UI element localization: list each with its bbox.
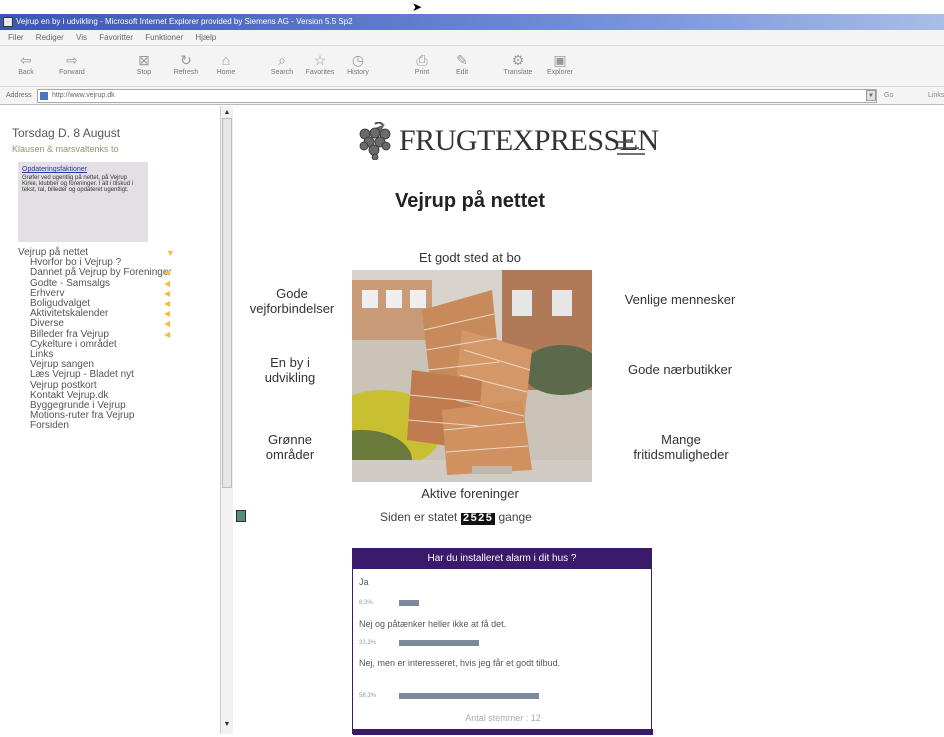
forward-arrow-icon: ⇨	[66, 52, 78, 68]
history-icon: ◷	[351, 52, 365, 68]
frugtexpressen-logo[interactable]: FRUGTEXPRESSEN	[355, 120, 659, 162]
ie-icon	[3, 17, 13, 27]
stop-icon: ⊠	[138, 52, 150, 68]
translate-button[interactable]: ⚙ Translate	[498, 51, 538, 83]
submenu-arrow-icon: ◀	[164, 268, 171, 278]
scroll-down-icon[interactable]: ▼	[222, 720, 232, 730]
grape-icon	[359, 122, 391, 160]
counter-suffix: gange	[498, 510, 532, 524]
expand-arrow-icon: ▼	[166, 248, 175, 258]
sidebar-item[interactable]: Forsiden	[18, 421, 188, 431]
scroll-thumb[interactable]	[222, 118, 232, 488]
links-button[interactable]: Links	[928, 87, 944, 105]
submenu-arrow-icon: ◀	[164, 299, 171, 309]
menu-file[interactable]: Filer	[8, 33, 24, 42]
poll-option-label[interactable]: Nej og påtænker heller ikke at få det.	[359, 619, 506, 629]
poll-title: Har du installeret alarm i dit hus ?	[353, 549, 651, 569]
poll-option-percent: 33,3%	[359, 640, 377, 646]
label-roads: Gode vejforbindelser	[249, 286, 335, 316]
poll-result-bar	[399, 693, 539, 699]
edit-button[interactable]: ✎ Edit	[442, 51, 482, 83]
submenu-arrow-icon: ◀	[164, 288, 171, 298]
town-photo[interactable]	[352, 270, 592, 482]
poll-result-bar	[399, 600, 419, 606]
search-icon: ⌕	[278, 52, 286, 68]
address-input[interactable]: http://www.vejrup.dk	[37, 89, 877, 103]
home-button[interactable]: ⌂ Home	[206, 51, 246, 83]
label-good-place: Et godt sted at bo	[419, 250, 521, 265]
toolbar: ⇦ Back ⇨ Forward ⊠ Stop ↻ Refresh ⌂ Home ⌕ Sea…	[0, 45, 944, 87]
edit-icon: ✎	[456, 52, 468, 68]
scroll-up-icon[interactable]: ▲	[222, 108, 232, 118]
addressbar: Address http://www.vejrup.dk ▼ Go Links	[0, 87, 944, 105]
window-title: Vejrup en by i udvikling - Microsoft Int…	[16, 17, 353, 26]
label-green-areas: Grønne områder	[265, 432, 315, 462]
explorer-icon: ▣	[553, 52, 567, 68]
poll-option-percent: 8,3%	[359, 600, 373, 606]
favorites-button[interactable]: ☆ Favorites	[300, 51, 340, 83]
address-dropdown-button[interactable]: ▼	[866, 90, 876, 101]
nav-menu: Vejrup på nettet ▼ Hvorfor bo i Vejrup ? Da…	[18, 247, 188, 432]
poll-footer-bar	[353, 729, 653, 735]
info-box-text: Grøfer ved ugentlig på nettet, på Vejrup…	[22, 175, 134, 193]
menu-tools[interactable]: Funktioner	[145, 33, 183, 42]
logo-speed-lines	[617, 141, 645, 155]
poll-vote-count: Antal stemmer : 12	[465, 713, 541, 723]
explorer-button[interactable]: ▣ Explorer	[540, 51, 580, 83]
refresh-button[interactable]: ↻ Refresh	[166, 51, 206, 83]
info-box: Opdateringsfaktioner Grøfer ved ugentlig…	[18, 162, 148, 242]
page-heading: Vejrup på nettet	[394, 190, 546, 212]
poll-option-percent: 58,3%	[359, 693, 377, 699]
menubar: Filer Rediger Vis Favoritter Funktioner …	[0, 30, 944, 45]
print-button[interactable]: ⎙ Print	[402, 51, 442, 83]
poll-box: Har du installeret alarm i dit hus ? Ja …	[352, 548, 653, 735]
poll-option-label[interactable]: Nej, men er interesseret, hvis jeg får e…	[359, 657, 643, 669]
visit-counter: Siden er statet 2525 gange	[380, 510, 532, 525]
page-icon-small[interactable]	[236, 510, 246, 522]
submenu-arrow-icon: ◀	[164, 329, 171, 339]
welcome-text: Klausen & marsvaltenks to	[12, 144, 119, 154]
stop-button[interactable]: ⊠ Stop	[124, 51, 164, 83]
search-button[interactable]: ⌕ Search	[262, 51, 302, 83]
counter-prefix: Siden er statet	[380, 510, 458, 524]
back-arrow-icon: ⇦	[20, 52, 32, 68]
go-button[interactable]: Go	[884, 87, 893, 105]
poll-result-bar	[399, 640, 479, 646]
submenu-arrow-icon: ◀	[164, 278, 171, 288]
history-button[interactable]: ◷ History	[338, 51, 378, 83]
counter-digits: 2525	[460, 513, 496, 525]
menu-favorites[interactable]: Favoritter	[99, 33, 133, 42]
address-label: Address	[6, 92, 32, 99]
current-date: Torsdag D. 8 August	[12, 126, 121, 140]
label-leisure: Mange fritidsmuligheder	[633, 432, 729, 462]
home-icon: ⌂	[221, 52, 231, 68]
menu-view[interactable]: Vis	[76, 33, 87, 42]
label-development: En by i udvikling	[264, 355, 316, 385]
info-box-title[interactable]: Opdateringsfaktioner	[22, 166, 144, 173]
left-navigation-frame: Torsdag D. 8 August Klausen & marsvalten…	[0, 106, 220, 734]
sidebar-item-label: Forsiden	[30, 420, 69, 432]
label-active-clubs: Aktive foreninger	[421, 486, 519, 501]
favorites-icon: ☆	[313, 52, 327, 68]
submenu-arrow-icon: ◀	[164, 319, 171, 329]
submenu-arrow-icon: ◀	[164, 309, 171, 319]
menu-help[interactable]: Hjælp	[195, 33, 216, 42]
address-url: http://www.vejrup.dk	[52, 92, 115, 99]
print-icon: ⎙	[416, 52, 428, 68]
brick-sculpture-image	[352, 270, 592, 482]
label-local-shops: Gode nærbutikker	[627, 362, 733, 377]
left-frame-scrollbar[interactable]: ▲ ▼	[220, 106, 233, 734]
forward-button[interactable]: ⇨ Forward	[52, 51, 92, 83]
menu-edit[interactable]: Rediger	[36, 33, 64, 42]
refresh-icon: ↻	[180, 52, 192, 68]
poll-option-label[interactable]: Ja	[359, 577, 369, 587]
mouse-cursor-icon: ➤	[412, 0, 423, 14]
translate-icon: ⚙	[511, 52, 525, 68]
page-icon	[40, 92, 48, 100]
window-titlebar[interactable]: Vejrup en by i udvikling - Microsoft Int…	[0, 14, 944, 30]
back-button[interactable]: ⇦ Back	[6, 51, 46, 83]
label-friendly-people: Venlige mennesker	[624, 292, 736, 307]
